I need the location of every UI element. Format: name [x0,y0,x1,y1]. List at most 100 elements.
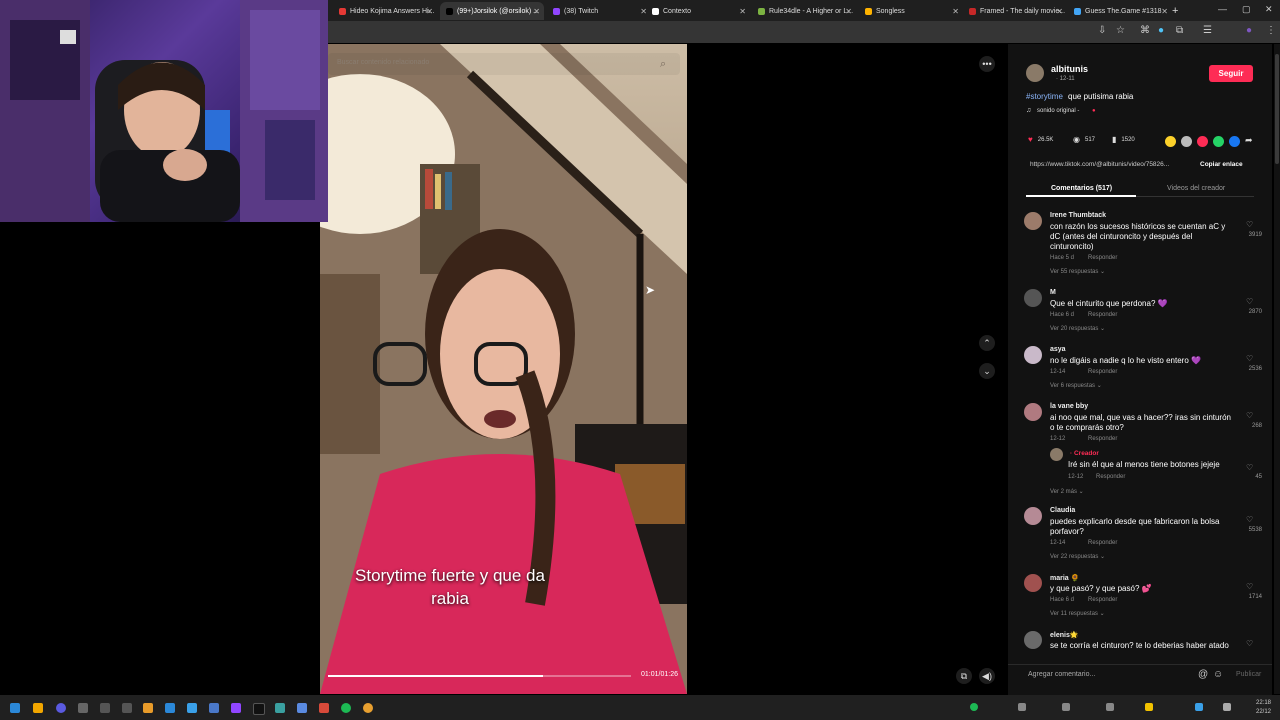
close-window-button[interactable]: ✕ [1265,4,1273,15]
view-replies-button[interactable]: Ver 22 respuestas ⌄ [1050,553,1105,560]
commenter-name[interactable]: Claudia [1050,507,1075,514]
chrome-icon[interactable] [363,703,373,713]
telegram-icon[interactable] [187,703,197,713]
app-icon[interactable] [122,703,132,713]
windows-start-icon[interactable] [10,703,20,713]
view-replies-button[interactable]: Ver 20 respuestas ⌄ [1050,325,1105,332]
tab-close-icon[interactable]: ✕ [426,7,433,16]
video-progress-bar[interactable] [328,675,631,677]
emoji-icon[interactable]: ☺ [1213,669,1223,680]
heart-outline-icon[interactable]: ♡ [1246,297,1253,306]
puzzle-icon[interactable]: ⧉ [1176,25,1183,36]
tab-close-icon[interactable]: ✕ [1056,7,1063,16]
reply-button[interactable]: Responder [1088,436,1117,442]
app-icon[interactable] [78,703,88,713]
tab-creator-videos[interactable]: Videos del creador [1167,185,1225,192]
tab-comments[interactable]: Comentarios (517) [1051,185,1112,192]
reply-button[interactable]: Responder [1088,540,1117,546]
tray-icon[interactable] [970,703,978,711]
view-more-replies[interactable]: Ver 2 más ⌄ [1050,488,1084,495]
new-tab-button[interactable]: + [1172,2,1178,20]
comments-stat[interactable]: ◉ 517 [1073,135,1095,144]
reading-list-icon[interactable]: ☰ [1203,25,1212,36]
browser-tab[interactable]: Songless ✕ [859,2,963,20]
browser-tab[interactable]: (38) Twitch ✕ [547,2,651,20]
app-icon[interactable] [297,703,307,713]
commenter-name[interactable]: la vane bby [1050,403,1088,410]
clock-date[interactable]: 22/12 [1256,709,1271,715]
reply-button[interactable]: Responder [1088,597,1117,603]
share-embed-icon[interactable] [1181,136,1192,147]
app-icon[interactable] [209,703,219,713]
tab-close-icon[interactable]: ✕ [739,7,746,16]
maximize-button[interactable]: ▢ [1242,4,1251,15]
reply-button[interactable]: Responder [1088,312,1117,318]
creator-avatar[interactable] [1050,448,1063,461]
tray-icon[interactable] [1195,703,1203,711]
view-replies-button[interactable]: Ver 11 respuestas ⌄ [1050,610,1105,617]
creator-reply-button[interactable]: Responder [1096,474,1125,480]
publish-button[interactable]: Publicar [1236,671,1261,678]
mention-icon[interactable]: @ [1198,669,1208,680]
tray-icon[interactable] [1018,703,1026,711]
whatsapp-icon[interactable] [1213,136,1224,147]
panel-scrollbar[interactable] [1274,44,1280,694]
commenter-name[interactable]: elenis🌟 [1050,631,1079,639]
app-icon[interactable] [56,703,66,713]
heart-outline-icon[interactable]: ♡ [1246,639,1253,648]
commenter-avatar[interactable] [1024,507,1042,525]
browser-tab[interactable]: Guess The.Game #1318 ✕ [1068,2,1172,20]
commenter-avatar[interactable] [1024,574,1042,592]
commenter-name[interactable]: M [1050,289,1056,296]
commenter-avatar[interactable] [1024,631,1042,649]
bookmark-star-icon[interactable]: ☆ [1116,25,1125,36]
author-name[interactable]: albitunis [1051,64,1088,74]
commenter-avatar[interactable] [1024,346,1042,364]
tab-close-icon[interactable]: ✕ [1161,7,1168,16]
next-video-button[interactable]: ⌄ [979,363,995,379]
heart-outline-icon[interactable]: ♡ [1246,354,1253,363]
sound-link[interactable]: sonido original - [1037,108,1079,114]
commenter-avatar[interactable] [1024,212,1042,230]
search-taskbar-icon[interactable] [33,703,43,713]
tab-close-icon[interactable]: ✕ [533,7,540,16]
pip-button[interactable]: ⧉ [956,668,972,684]
heart-outline-icon[interactable]: ♡ [1246,515,1253,524]
commenter-name[interactable]: asya [1050,346,1066,353]
facebook-icon[interactable] [1229,136,1240,147]
share-coin-icon[interactable] [1165,136,1176,147]
commenter-avatar[interactable] [1024,403,1042,421]
heart-outline-icon[interactable]: ♡ [1246,220,1253,229]
likes-stat[interactable]: ♥ 26.5K [1028,135,1053,144]
app-icon[interactable] [319,703,329,713]
reply-button[interactable]: Responder [1088,369,1117,375]
tiktok-icon[interactable] [253,703,265,715]
related-search-input[interactable]: Buscar contenido relacionado [328,53,680,75]
install-icon[interactable]: ⇩ [1098,25,1106,36]
clock-time[interactable]: 22:18 [1256,700,1271,706]
extension-icon[interactable]: ⌘ [1140,25,1150,36]
share-friends-icon[interactable] [1197,136,1208,147]
browser-tab[interactable]: Hideo Kojima Answers Hi... ✕ [333,2,437,20]
scrollbar-thumb[interactable] [1275,54,1279,164]
commenter-name[interactable]: Irene Thumbtack [1050,212,1106,219]
previous-video-button[interactable]: ⌃ [979,335,995,351]
follow-button[interactable]: Seguir [1209,65,1253,82]
wifi-icon[interactable] [1223,703,1231,711]
app-icon[interactable] [143,703,153,713]
spotify-icon[interactable] [341,703,351,713]
tab-close-icon[interactable]: ✕ [952,7,959,16]
extension-icon[interactable]: ● [1158,25,1164,36]
author-avatar[interactable] [1026,64,1044,82]
share-arrow-icon[interactable]: ➦ [1245,135,1253,146]
commenter-avatar[interactable] [1024,289,1042,307]
tray-icon[interactable] [1062,703,1070,711]
commenter-name[interactable]: maria 🌻 [1050,574,1079,582]
browser-tab[interactable]: Rule34dle - A Higher or L... ✕ [752,2,856,20]
twitch-icon[interactable] [231,703,241,713]
app-icon[interactable] [100,703,110,713]
heart-outline-icon[interactable]: ♡ [1246,463,1253,472]
video-link[interactable]: https://www.tiktok.com/@albitunis/video/… [1030,161,1169,168]
search-icon[interactable]: ⌕ [660,58,666,71]
heart-outline-icon[interactable]: ♡ [1246,411,1253,420]
